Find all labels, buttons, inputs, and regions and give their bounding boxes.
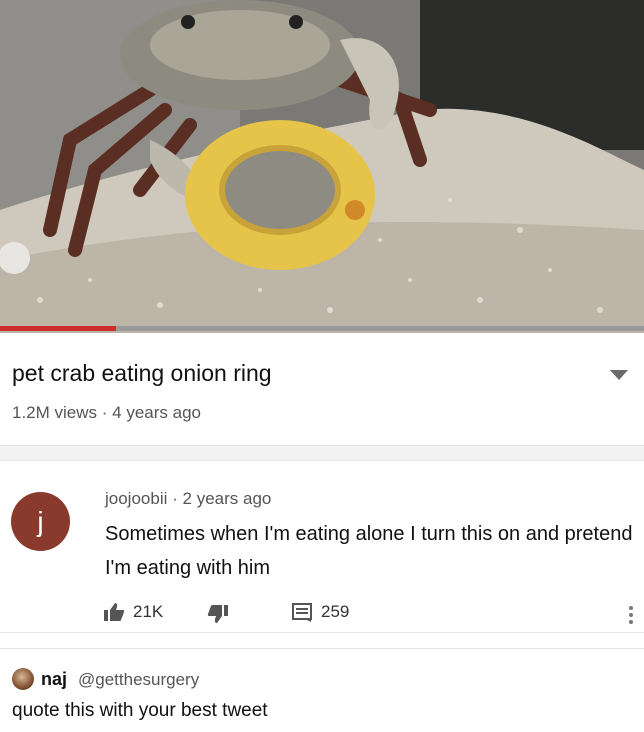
comment-header: joojoobii · 2 years ago — [105, 489, 271, 509]
video-info: pet crab eating onion ring 1.2M views · … — [0, 333, 644, 445]
tweet: naj @getthesurgery quote this with your … — [0, 648, 644, 732]
video-meta: 1.2M views · 4 years ago — [12, 403, 201, 423]
video-title: pet crab eating onion ring — [12, 360, 272, 386]
thumbs-down-icon — [207, 605, 228, 623]
comment-author[interactable]: joojoobii — [105, 489, 167, 508]
reply-count: 259 — [321, 602, 350, 621]
comment: j joojoobii · 2 years ago Sometimes when… — [0, 460, 644, 633]
comment-age: 2 years ago — [182, 489, 272, 508]
progress-bar-fill — [0, 326, 116, 331]
progress-bar[interactable] — [0, 326, 644, 331]
comment-text: Sometimes when I'm eating alone I turn t… — [105, 523, 633, 579]
more-vertical-icon[interactable] — [624, 603, 638, 631]
tweet-author-name[interactable]: naj — [41, 669, 67, 690]
tweet-author-handle[interactable]: @getthesurgery — [78, 670, 199, 690]
tweet-text: quote this with your best tweet — [12, 700, 268, 721]
meta-separator: · — [101, 403, 108, 422]
chevron-down-icon — [610, 370, 628, 380]
view-count: 1.2M views — [12, 403, 98, 422]
video-thumbnail — [0, 0, 644, 333]
like-button[interactable]: 21K — [103, 602, 163, 622]
thumbs-up-icon — [104, 603, 125, 621]
dislike-button[interactable] — [207, 604, 229, 624]
section-gap — [0, 446, 644, 460]
expand-description-button[interactable] — [608, 365, 630, 383]
video-player[interactable] — [0, 0, 644, 333]
video-age: 4 years ago — [112, 403, 202, 422]
reply-icon — [292, 603, 312, 622]
tweet-avatar[interactable] — [12, 668, 34, 690]
comment-separator: · — [172, 489, 178, 508]
like-count: 21K — [133, 602, 164, 621]
avatar[interactable]: j — [11, 492, 70, 551]
reply-button[interactable]: 259 — [291, 602, 349, 622]
